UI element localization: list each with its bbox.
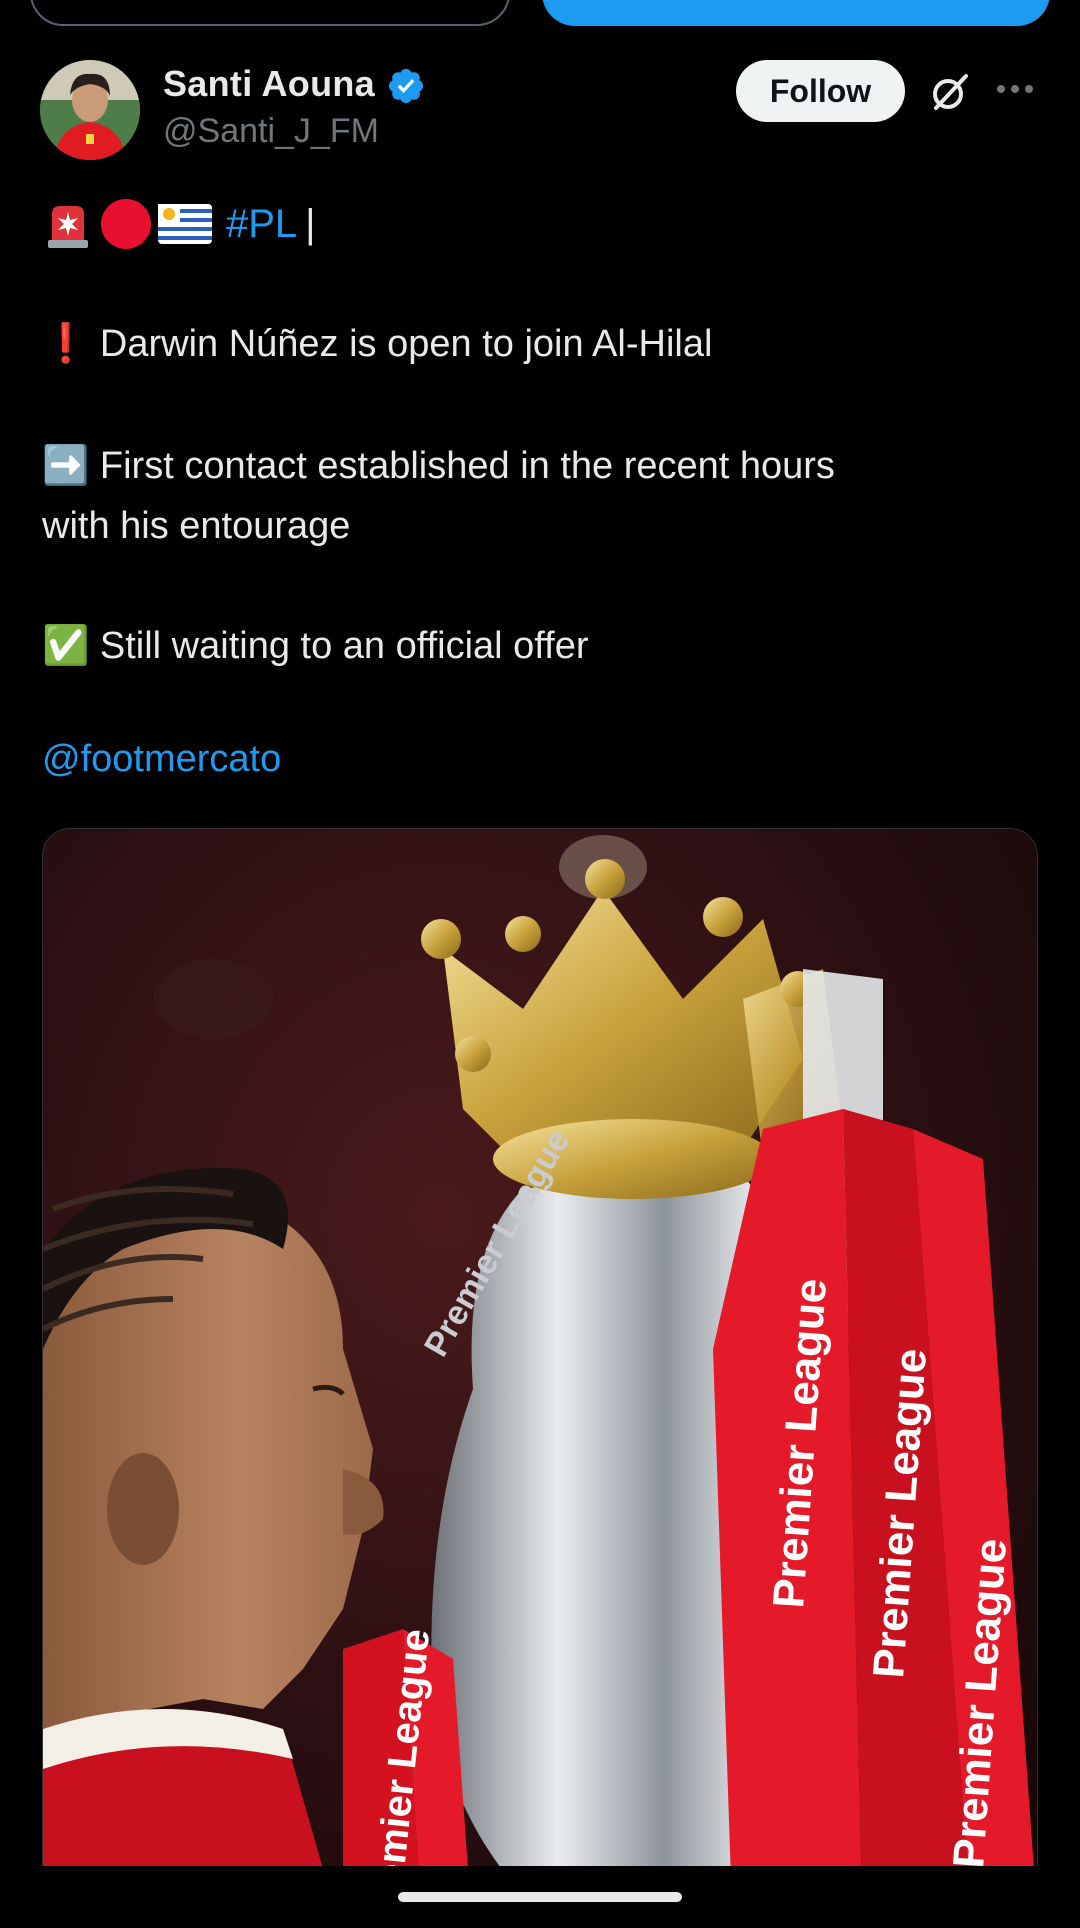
exclamation-emoji-icon: ❗: [42, 323, 90, 365]
top-primary-button[interactable]: [542, 0, 1050, 26]
tweet-line-3: ✅ Still waiting to an official offer: [42, 616, 589, 676]
tweet-header-line: #PL |: [42, 196, 316, 252]
verified-badge-icon: [388, 68, 424, 104]
check-mark-emoji-icon: ✅: [42, 625, 90, 667]
avatar[interactable]: [40, 60, 140, 160]
tweet-line-2: ➡️ First contact established in the rece…: [42, 436, 835, 496]
author-name[interactable]: Santi Aouna: [163, 63, 375, 105]
mention-link[interactable]: @footmercato: [42, 738, 281, 781]
home-indicator[interactable]: [398, 1892, 682, 1902]
follow-button[interactable]: Follow: [736, 60, 905, 122]
top-outline-button[interactable]: [30, 0, 510, 26]
red-circle-emoji-icon: [101, 199, 151, 249]
tweet-line-1-text: Darwin Núñez is open to join Al-Hilal: [99, 323, 713, 365]
author-handle[interactable]: @Santi_J_FM: [163, 112, 379, 151]
trophy-photo: Premier League Premier League Premier Le…: [43, 829, 1037, 1928]
tweet-media-image[interactable]: Premier League Premier League Premier Le…: [42, 828, 1038, 1928]
right-arrow-emoji-icon: ➡️: [42, 445, 90, 487]
separator-bar: |: [305, 201, 316, 246]
grok-icon[interactable]: [928, 70, 972, 114]
hashtag-link[interactable]: #PL: [226, 202, 297, 247]
tweet-line-1: ❗ Darwin Núñez is open to join Al-Hilal: [42, 314, 712, 374]
siren-emoji-icon: [48, 206, 88, 248]
uruguay-flag-icon: [158, 204, 212, 244]
more-options-icon[interactable]: [996, 82, 1034, 96]
tweet-line-2-cont: with his entourage: [42, 505, 351, 547]
tweet-line-3-text: Still waiting to an official offer: [99, 625, 589, 667]
tweet-line-2-text: First contact established in the recent …: [99, 445, 835, 487]
tweet-screen: Santi Aouna @Santi_J_FM Follow #PL | ❗ D…: [0, 0, 1080, 1928]
